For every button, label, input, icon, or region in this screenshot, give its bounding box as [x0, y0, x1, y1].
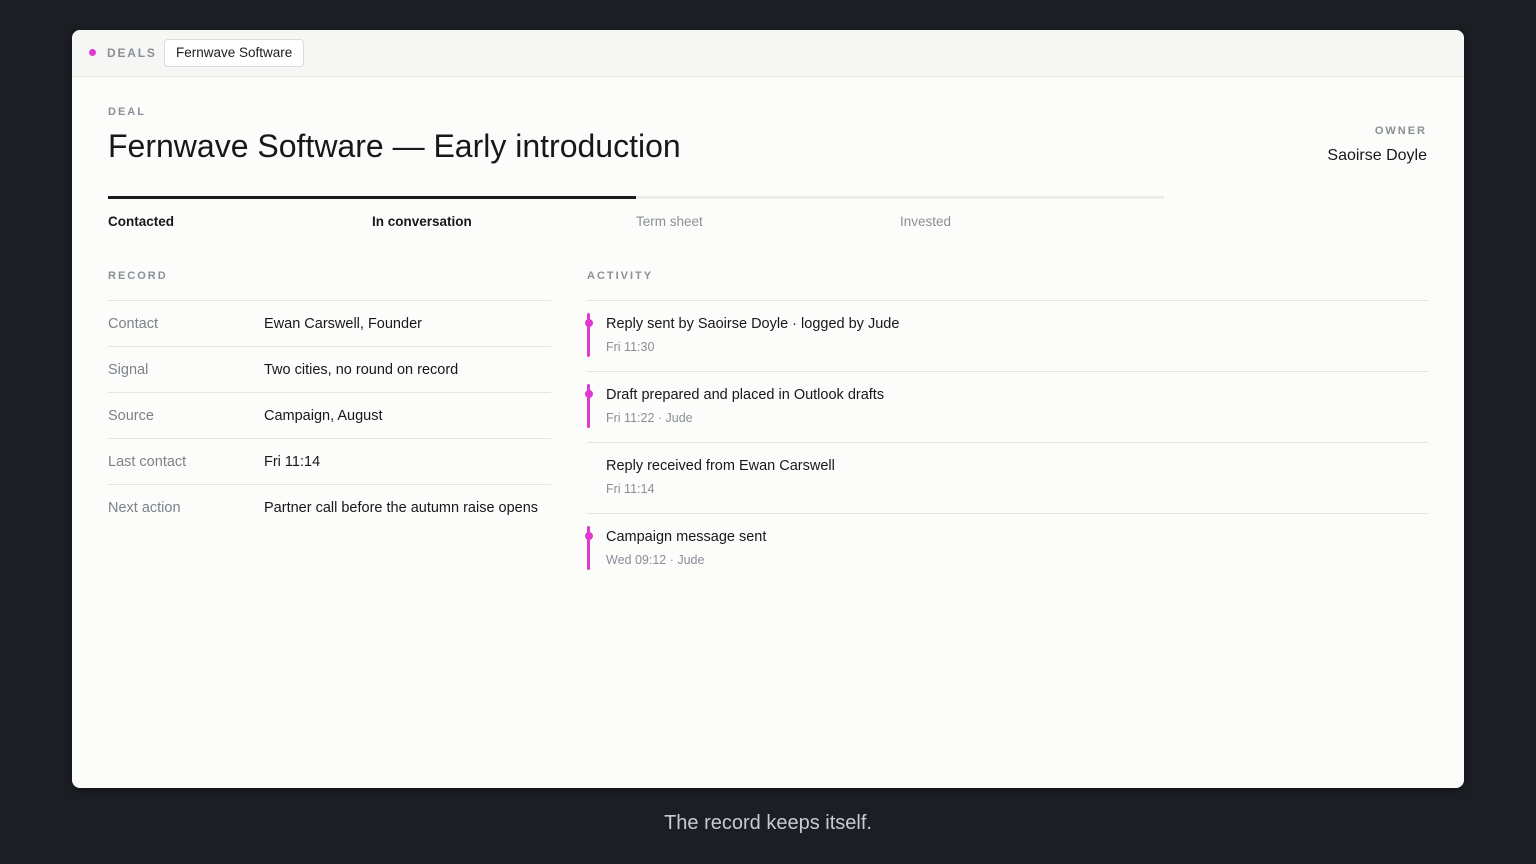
stage-label: Contacted — [108, 214, 175, 229]
record-row-signal: Signal Two cities, no round on record — [108, 346, 551, 392]
activity-marker-icon — [584, 384, 593, 428]
activity-meta: Fri 11:14 — [606, 482, 655, 496]
activity-text: Reply received from Ewan Carswell — [606, 458, 835, 474]
stage-term-sheet[interactable]: Term sheet — [636, 196, 900, 240]
stage-label: Term sheet — [636, 214, 703, 229]
marker-knob-icon — [584, 532, 593, 540]
stage-in-conversation[interactable]: In conversation — [372, 196, 636, 240]
activity-marker-icon — [584, 526, 593, 570]
marker-knob-icon — [584, 390, 593, 398]
activity-item[interactable]: Reply sent by Saoirse Doyle · logged by … — [584, 300, 1428, 371]
stage-bar — [900, 196, 1164, 199]
record-value: Fri 11:14 — [264, 453, 321, 470]
pipeline-stages: Contacted In conversation Term sheet Inv… — [108, 196, 1164, 240]
activity-meta: Fri 11:22 · Jude — [606, 411, 693, 425]
record-row-source: Source Campaign, August — [108, 392, 551, 438]
activity-meta: Wed 09:12 · Jude — [606, 553, 705, 567]
record-value: Ewan Carswell, Founder — [264, 315, 422, 332]
record-row-next-action: Next action Partner call before the autu… — [108, 484, 551, 530]
caption: The record keeps itself. — [664, 812, 872, 834]
activity-heading: ACTIVITY — [587, 270, 654, 282]
record-value: Campaign, August — [264, 407, 383, 424]
marker-knob-icon — [584, 319, 593, 327]
stage-bar — [636, 196, 900, 199]
activity-item[interactable]: Reply received from Ewan Carswell Fri 11… — [587, 442, 1428, 513]
record-row-contact: Contact Ewan Carswell, Founder — [108, 300, 551, 346]
record-key: Signal — [108, 361, 149, 378]
breadcrumb-tab[interactable]: Fernwave Software — [164, 39, 305, 67]
owner-name[interactable]: Saoirse Doyle — [1327, 147, 1427, 165]
activity-text: Reply sent by Saoirse Doyle · logged by … — [606, 316, 900, 332]
activity-meta: Fri 11:30 — [606, 340, 655, 354]
stage-bar — [372, 196, 636, 199]
activity-text: Campaign message sent — [606, 529, 767, 545]
stage-label: In conversation — [372, 214, 472, 229]
record-key: Source — [108, 407, 154, 424]
activity-marker-icon — [584, 313, 593, 357]
stage-invested[interactable]: Invested — [900, 196, 1164, 240]
record-heading: RECORD — [108, 270, 168, 282]
record-row-last-contact: Last contact Fri 11:14 — [108, 438, 551, 484]
top-bar: DEALS Fernwave Software — [72, 30, 1464, 77]
record-key: Last contact — [108, 453, 187, 470]
stage-bar — [108, 196, 372, 199]
stage-contacted[interactable]: Contacted — [108, 196, 372, 240]
record-panel: RECORD Contact Ewan Carswell, Founder Si… — [108, 270, 551, 530]
activity-text: Draft prepared and placed in Outlook dra… — [606, 387, 885, 403]
activity-item[interactable]: Draft prepared and placed in Outlook dra… — [584, 371, 1428, 442]
activity-panel: ACTIVITY Reply sent by Saoirse Doyle · l… — [584, 270, 1428, 584]
page-title: Fernwave Software — Early introduction — [108, 128, 681, 164]
owner-eyebrow: OWNER — [1374, 125, 1427, 137]
record-value: Two cities, no round on record — [264, 361, 459, 378]
record-value: Partner call before the autumn raise ope… — [264, 499, 539, 516]
deals-dot-icon — [89, 49, 96, 56]
deal-window: DEALS Fernwave Software DEAL Fernwave So… — [72, 30, 1464, 788]
deal-eyebrow: DEAL — [108, 106, 146, 118]
record-key: Next action — [108, 499, 181, 516]
activity-item[interactable]: Campaign message sent Wed 09:12 · Jude — [584, 513, 1428, 584]
record-key: Contact — [108, 315, 158, 332]
stage-label: Invested — [900, 214, 952, 229]
section-label[interactable]: DEALS — [107, 46, 157, 60]
